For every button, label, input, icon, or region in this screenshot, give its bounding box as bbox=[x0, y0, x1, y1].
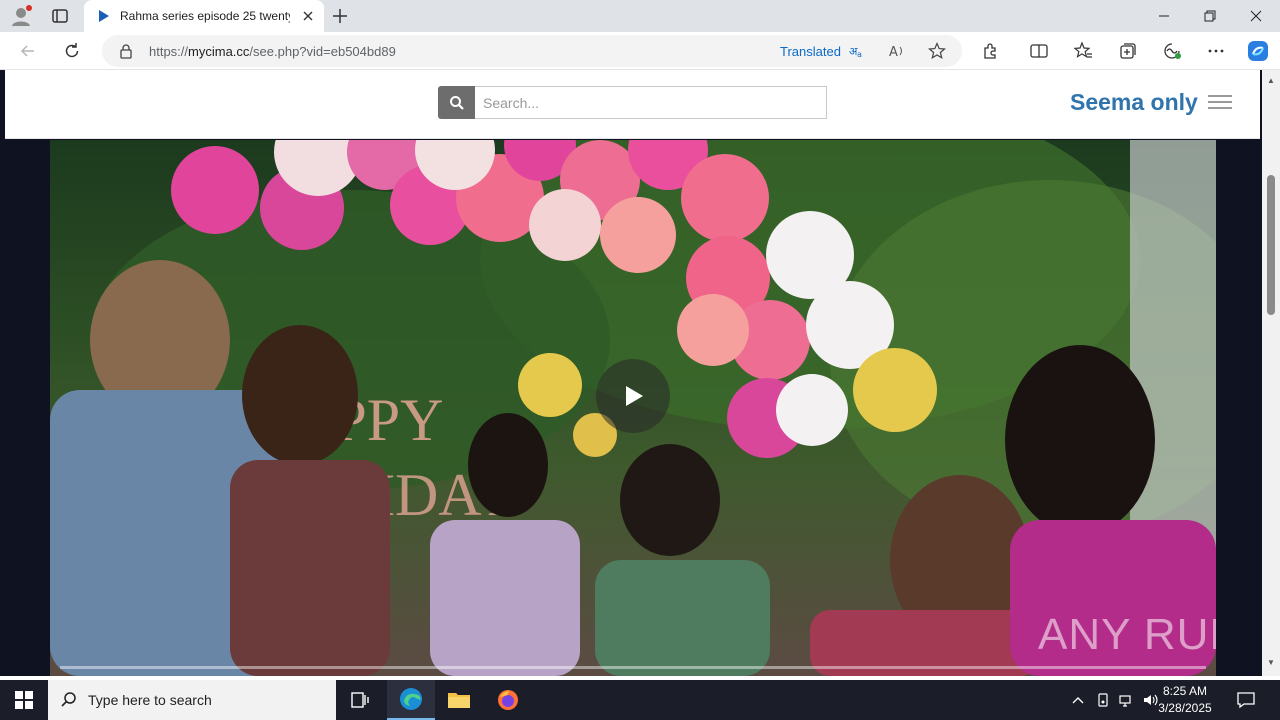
extensions-icon[interactable] bbox=[981, 41, 1001, 61]
browser-toolbar: https://mycima.cc/see.php?vid=eb504bd89 … bbox=[0, 32, 1280, 70]
back-arrow-icon bbox=[20, 45, 34, 57]
edge-icon bbox=[400, 688, 422, 710]
windows-taskbar: Type here to search 8:25 AM 3/28/2025 bbox=[0, 680, 1280, 720]
device-tray-icon[interactable] bbox=[1095, 692, 1111, 708]
new-tab-icon[interactable] bbox=[330, 6, 350, 26]
more-options-icon[interactable] bbox=[1206, 41, 1226, 61]
page-scrollbar[interactable]: ▲ ▼ bbox=[1262, 70, 1280, 676]
collections-icon[interactable] bbox=[1118, 41, 1138, 61]
minimize-button[interactable] bbox=[1141, 0, 1187, 32]
favorites-icon[interactable] bbox=[1073, 41, 1093, 61]
notifications-icon[interactable] bbox=[1236, 690, 1256, 710]
split-screen-icon[interactable] bbox=[1029, 41, 1049, 61]
back-button[interactable] bbox=[17, 40, 39, 62]
lock-icon[interactable] bbox=[118, 43, 134, 59]
video-player[interactable]: APPY THDAY ANY RUN bbox=[50, 140, 1216, 676]
menu-icon[interactable] bbox=[1208, 95, 1232, 111]
watermark-text: ANY RUN bbox=[1038, 610, 1216, 659]
task-view-icon bbox=[351, 692, 369, 708]
taskbar-edge-button[interactable] bbox=[387, 680, 435, 720]
taskbar-search-box[interactable]: Type here to search bbox=[48, 680, 336, 720]
url-path: /see.php?vid=eb504bd89 bbox=[249, 44, 396, 59]
web-page: Seema only bbox=[0, 70, 1262, 676]
tab-actions-icon[interactable] bbox=[50, 6, 70, 26]
folder-icon bbox=[448, 693, 470, 708]
refresh-button[interactable] bbox=[61, 40, 83, 62]
url-prefix: https:// bbox=[149, 44, 189, 59]
search-button[interactable] bbox=[438, 86, 475, 119]
show-hidden-icons-icon[interactable] bbox=[1070, 692, 1086, 708]
site-logo[interactable]: Seema only bbox=[1070, 89, 1198, 116]
taskbar-clock[interactable]: 8:25 AM 3/28/2025 bbox=[1150, 683, 1220, 717]
url-domain: mycima.cc bbox=[188, 44, 250, 59]
profile-icon[interactable] bbox=[10, 5, 32, 27]
favorite-star-icon[interactable] bbox=[928, 42, 946, 60]
windows-logo-icon bbox=[15, 691, 33, 709]
search-input[interactable] bbox=[475, 86, 827, 119]
read-aloud-icon[interactable]: A bbox=[888, 42, 906, 60]
restore-icon bbox=[1204, 10, 1216, 22]
translated-label[interactable]: Translated bbox=[780, 44, 841, 59]
scroll-down-icon[interactable]: ▼ bbox=[1267, 658, 1275, 667]
svg-text:A: A bbox=[889, 45, 898, 60]
tab-active[interactable]: Rahma series episode 25 twenty f bbox=[84, 0, 324, 32]
svg-text:a: a bbox=[857, 50, 862, 59]
screen: Rahma series episode 25 twenty f https:/… bbox=[0, 0, 1280, 720]
minimize-icon bbox=[1159, 15, 1169, 17]
clock-time: 8:25 AM bbox=[1162, 684, 1208, 698]
translate-icon[interactable]: अa bbox=[848, 42, 866, 60]
scroll-up-icon[interactable]: ▲ bbox=[1267, 76, 1275, 85]
close-tab-icon[interactable] bbox=[300, 8, 316, 24]
start-button[interactable] bbox=[0, 680, 48, 720]
scroll-thumb[interactable] bbox=[1267, 175, 1275, 315]
browser-essentials-icon[interactable] bbox=[1162, 41, 1182, 61]
taskbar-file-explorer-button[interactable] bbox=[435, 680, 483, 720]
firefox-icon bbox=[498, 690, 518, 710]
play-icon bbox=[626, 386, 643, 406]
address-bar[interactable]: https://mycima.cc/see.php?vid=eb504bd89 … bbox=[102, 35, 962, 67]
search-icon bbox=[449, 95, 464, 110]
tab-title: Rahma series episode 25 twenty f bbox=[120, 9, 290, 23]
close-icon bbox=[1250, 10, 1262, 22]
play-button[interactable] bbox=[596, 359, 670, 433]
taskbar-firefox-button[interactable] bbox=[484, 680, 532, 720]
copilot-icon[interactable] bbox=[1246, 39, 1270, 63]
close-window-button[interactable] bbox=[1233, 0, 1279, 32]
clock-date: 3/28/2025 bbox=[1158, 701, 1212, 715]
search-icon bbox=[61, 692, 76, 707]
network-icon[interactable] bbox=[1118, 692, 1134, 708]
url-text: https://mycima.cc/see.php?vid=eb504bd89 bbox=[149, 44, 396, 59]
refresh-icon bbox=[65, 43, 79, 58]
browser-tab-strip: Rahma series episode 25 twenty f bbox=[0, 0, 1280, 32]
play-favicon-icon bbox=[99, 10, 109, 22]
task-view-button[interactable] bbox=[336, 680, 384, 720]
site-header: Seema only bbox=[5, 70, 1260, 139]
taskbar-search-placeholder: Type here to search bbox=[88, 692, 212, 708]
restore-button[interactable] bbox=[1187, 0, 1233, 32]
video-progress-bar[interactable] bbox=[60, 666, 1206, 669]
